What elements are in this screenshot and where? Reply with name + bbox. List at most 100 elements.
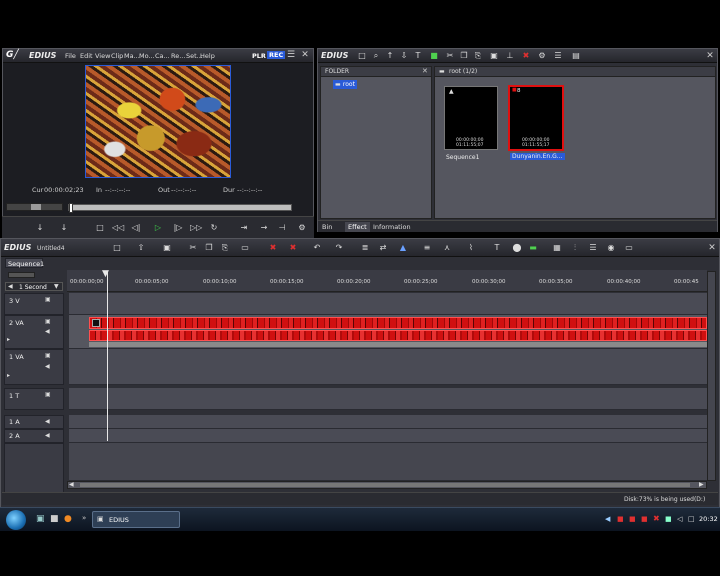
track-lane-1a[interactable] <box>69 415 707 429</box>
redo-icon[interactable]: ↷ <box>333 242 345 253</box>
delete-icon[interactable]: ✖ <box>267 242 279 253</box>
bin-item-clip-selected[interactable]: 8 ■ 00:00:00;00 01:11:55;17 <box>508 85 564 151</box>
track-lock-icon[interactable]: ▣ <box>45 296 51 303</box>
bin-sequence-icon[interactable]: ▣ <box>488 50 500 61</box>
stop-icon[interactable]: □ <box>94 222 106 233</box>
tray-network-icon[interactable]: ◀ <box>605 515 610 523</box>
shuttle-knob-icon[interactable] <box>31 204 41 210</box>
show-desktop-icon[interactable]: ▣ <box>36 514 45 524</box>
start-button[interactable] <box>6 510 26 530</box>
bin-import-icon[interactable]: ⇩ <box>398 50 410 61</box>
player-options-icon[interactable]: ⚙ <box>296 222 308 233</box>
menu-edit[interactable]: Edit <box>80 52 93 60</box>
new-icon[interactable]: □ <box>111 242 123 253</box>
bin-add-icon[interactable]: ⊥ <box>504 50 516 61</box>
insert-icon[interactable]: ⇥ <box>238 222 250 233</box>
bin-cut-icon[interactable]: ✂ <box>444 50 456 61</box>
track-lock-icon[interactable]: ▣ <box>45 352 51 359</box>
open-icon[interactable]: ⇧ <box>135 242 147 253</box>
bin-copy-icon[interactable]: ❐ <box>458 50 470 61</box>
track-audio-icon[interactable]: ◀ <box>45 328 50 335</box>
layout-icon[interactable]: ▭ <box>623 242 635 253</box>
grid-icon[interactable]: ▦ <box>551 242 563 253</box>
tray-app1-icon[interactable]: ■ <box>617 515 624 523</box>
track-header-2va[interactable]: 2 VA ▣ ◀ ▸ <box>4 315 64 349</box>
bin-item-sequence1[interactable]: ▲ 00:00:00;00 01:11:55;07 <box>444 86 498 150</box>
bin-close-icon[interactable]: ✕ <box>705 51 715 61</box>
menu-help[interactable]: Help <box>200 52 215 60</box>
track-header-1va[interactable]: 1 VA ▣ ◀ ▸ <box>4 349 64 385</box>
set-in-icon[interactable]: ↓ <box>34 222 46 233</box>
track-header-2a[interactable]: 2 A ◀ <box>4 429 64 443</box>
bin-paste-icon[interactable]: ⎘ <box>472 50 484 61</box>
scale-prev-icon[interactable]: ◀ <box>8 283 13 290</box>
tab-effect[interactable]: Effect <box>345 222 370 232</box>
menu-clip[interactable]: Clip <box>111 52 123 60</box>
step-back-icon[interactable]: ◁| <box>130 222 142 233</box>
timeline-playhead[interactable] <box>107 271 108 441</box>
step-forward-icon[interactable]: |▷ <box>172 222 184 233</box>
hscroll-left-icon[interactable]: ◀ <box>69 481 74 488</box>
snap-icon[interactable]: ≣ <box>359 242 371 253</box>
track-audio-icon[interactable]: ◀ <box>45 432 50 439</box>
bin-view-icon[interactable]: ☰ <box>552 50 564 61</box>
track-lane-2a[interactable] <box>69 429 707 443</box>
cut-icon[interactable]: ✂ <box>187 242 199 253</box>
player-shuttle[interactable] <box>6 203 63 211</box>
settings-icon[interactable]: ☰ <box>587 242 599 253</box>
playhead-marker-icon[interactable]: ▼ <box>102 269 109 279</box>
track-lock-icon[interactable]: ▣ <box>45 391 51 398</box>
scale-selector[interactable]: ◀ 1 Second ▼ <box>5 282 63 291</box>
player-close-icon[interactable]: ✕ <box>300 50 310 60</box>
track-lane-3v[interactable] <box>69 293 707 315</box>
player-settings-icon[interactable]: ☰ <box>286 50 296 60</box>
taskbar-task-edius[interactable]: ▣ EDIUS <box>92 511 180 528</box>
scale-next-icon[interactable]: ▼ <box>54 283 59 290</box>
waveform-icon[interactable]: ⌇ <box>465 242 477 253</box>
render-icon[interactable]: ≡ <box>421 242 433 253</box>
timeline-close-icon[interactable]: ✕ <box>707 243 717 253</box>
scale-slider[interactable] <box>8 272 35 278</box>
quicklaunch-more-icon[interactable]: » <box>82 514 86 522</box>
undo-icon[interactable]: ↶ <box>311 242 323 253</box>
quicklaunch-icon[interactable]: ■ <box>50 514 59 524</box>
replace-icon[interactable]: ▭ <box>239 242 251 253</box>
loop-icon[interactable]: ↻ <box>208 222 220 233</box>
timeline-clip-video[interactable] <box>89 317 707 329</box>
timeline-clip-audio[interactable] <box>89 330 707 341</box>
split-icon[interactable]: ⊣ <box>276 222 288 233</box>
player-scrubber[interactable] <box>68 203 292 213</box>
timeline-vscrollbar[interactable] <box>707 271 716 481</box>
tray-volume-icon[interactable]: ◁ <box>677 515 682 523</box>
track-expand-icon[interactable]: ▸ <box>7 336 10 343</box>
hscroll-right-icon[interactable]: ▶ <box>699 481 704 488</box>
sequence-tab[interactable]: Sequence1 <box>5 258 44 268</box>
set-out-icon[interactable]: ↓ <box>58 222 70 233</box>
timeline-hscrollbar[interactable]: ◀ ▶ <box>67 481 707 489</box>
menu-ma[interactable]: Ma... <box>124 52 140 60</box>
bin-folder-icon[interactable]: □ <box>356 50 368 61</box>
menu-file[interactable]: File <box>65 52 76 60</box>
tab-bin[interactable]: Bin <box>322 223 332 231</box>
bin-list-icon[interactable]: ▤ <box>570 50 582 61</box>
mic-icon[interactable]: ⬤ <box>511 242 523 253</box>
tray-app4-icon[interactable]: ■ <box>665 515 672 523</box>
bin-search-icon[interactable]: ⌕ <box>370 50 382 61</box>
title-icon[interactable]: T <box>491 242 503 253</box>
ripple-delete-icon[interactable]: ✖ <box>287 242 299 253</box>
bin-properties-icon[interactable]: ⚙ <box>536 50 548 61</box>
tray-app3-icon[interactable]: ■ <box>641 515 648 523</box>
bin-title-icon[interactable]: T <box>412 50 424 61</box>
export-icon[interactable]: ▬ <box>527 242 539 253</box>
track-lane-1va[interactable] <box>69 349 707 385</box>
link-icon[interactable]: ⇄ <box>377 242 389 253</box>
menu-ca[interactable]: Ca... <box>155 52 170 60</box>
tray-app2-icon[interactable]: ■ <box>629 515 636 523</box>
save-icon[interactable]: ▣ <box>161 242 173 253</box>
scrubber-playhead-icon[interactable] <box>69 203 73 213</box>
bin-up-icon[interactable]: ↑ <box>384 50 396 61</box>
menu-mo[interactable]: Mo... <box>139 52 155 60</box>
marker-icon[interactable]: ▲ <box>397 242 409 253</box>
track-header-3v[interactable]: 3 V ▣ <box>4 293 64 315</box>
copy-icon[interactable]: ❐ <box>203 242 215 253</box>
